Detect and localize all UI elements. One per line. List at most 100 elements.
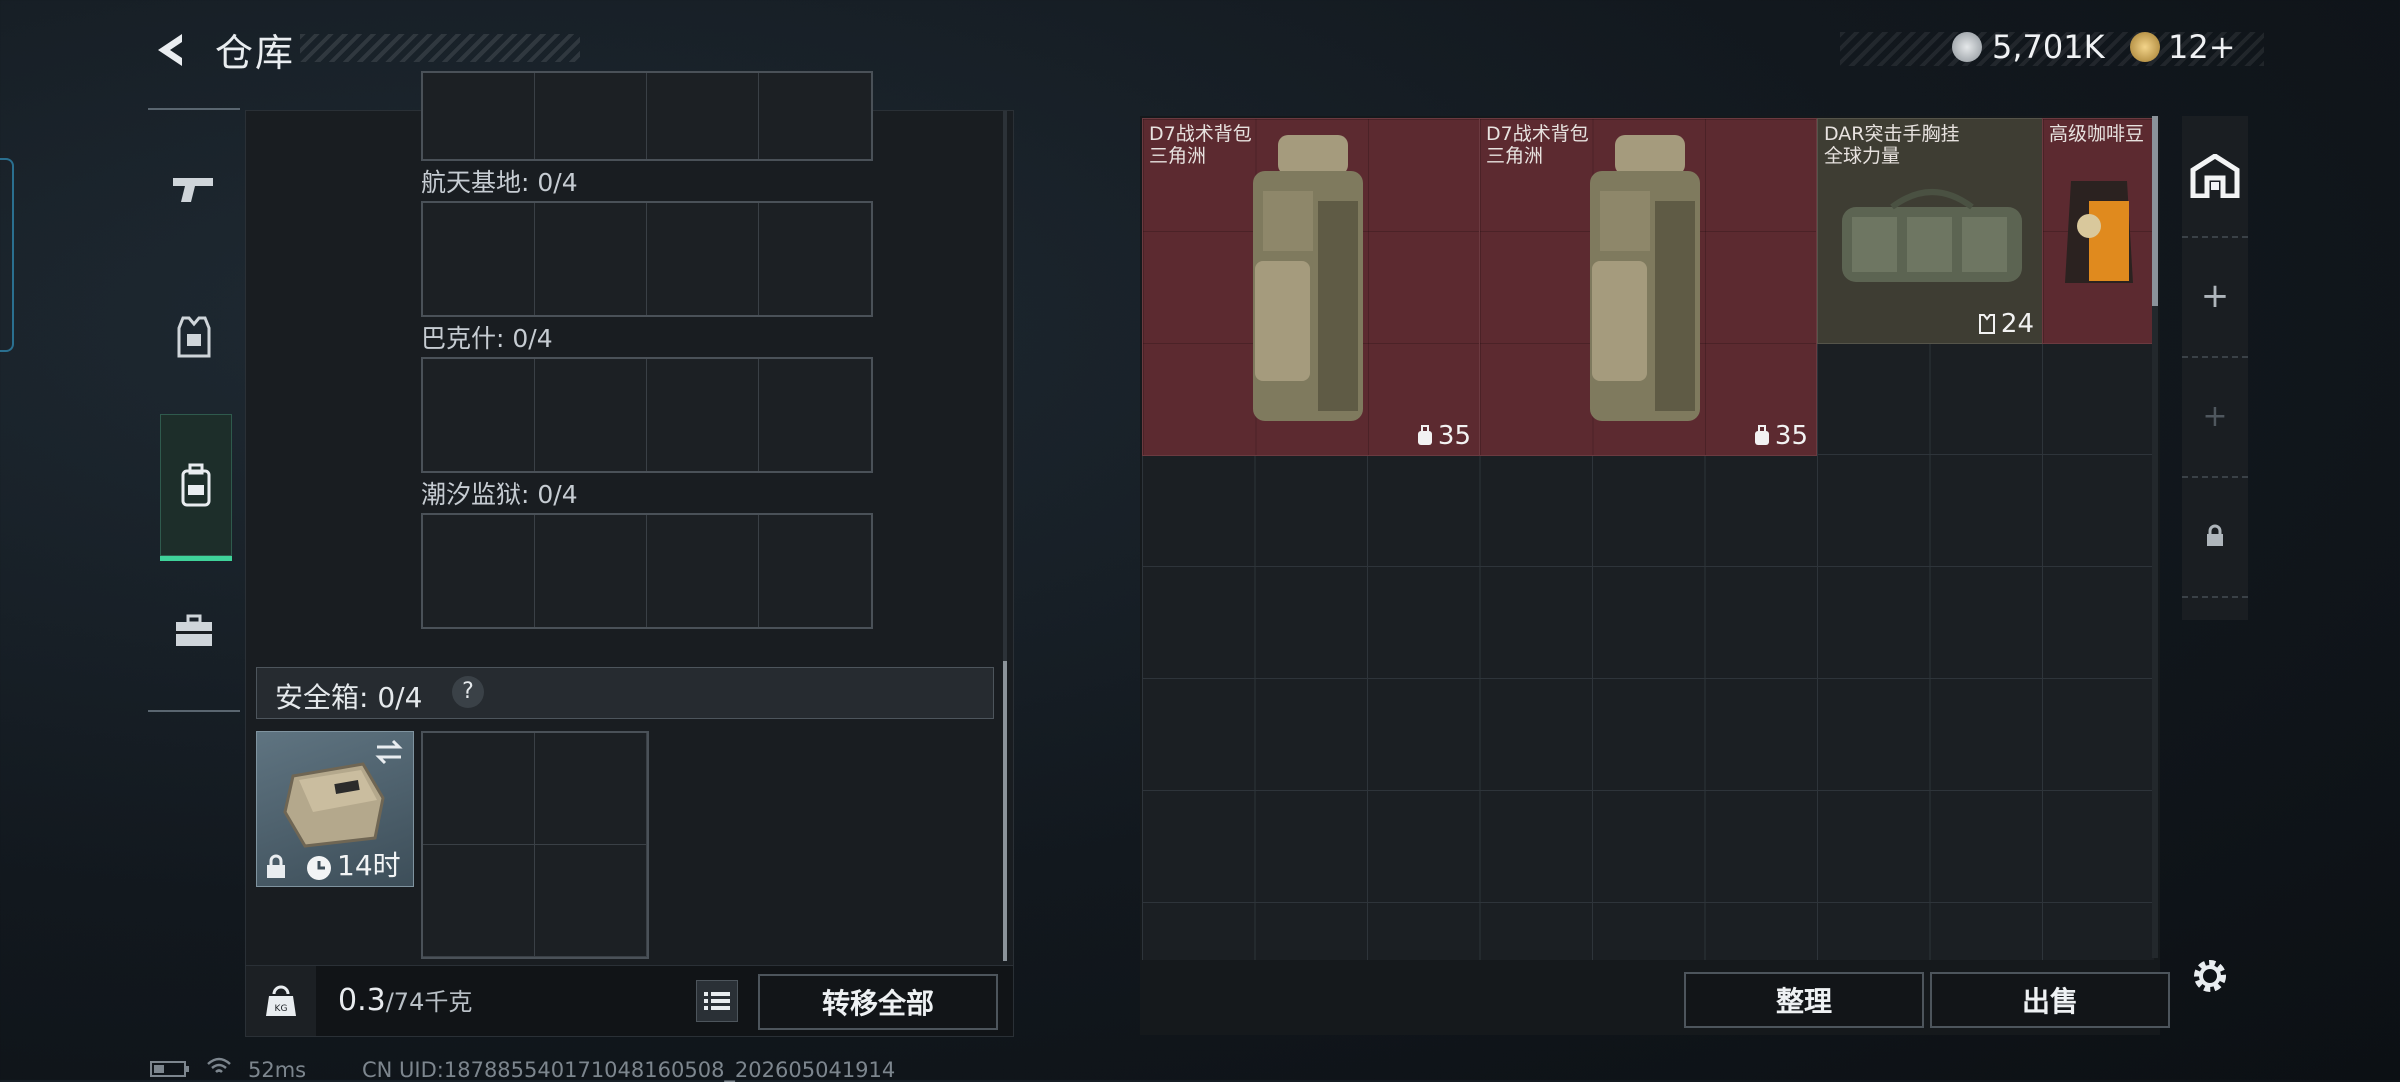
weight-readout: 0.3/74千克 <box>338 982 472 1018</box>
plus-icon: + <box>2200 276 2230 316</box>
tab-divider <box>148 108 240 110</box>
item-card[interactable]: D7战术背包 三角洲 35 <box>1142 118 1480 456</box>
currency-primary: 5,701K <box>1992 28 2105 66</box>
title-decor <box>300 34 580 62</box>
stash-panel: D7战术背包 三角洲 35 D7战术背包 三角洲 35 DAR突击手胸挂 全球力… <box>1140 116 2170 1035</box>
item-count: 35 <box>1753 421 1808 451</box>
scroll-thumb[interactable] <box>1003 661 1007 961</box>
list-view-button[interactable] <box>696 980 738 1022</box>
clock-icon <box>307 856 331 880</box>
weight-total: /74千克 <box>385 988 473 1016</box>
empty-slot[interactable] <box>535 733 647 845</box>
swap-icon[interactable] <box>373 738 405 766</box>
empty-slot[interactable] <box>647 515 759 627</box>
item-name: DAR突击手胸挂 全球力量 <box>1824 123 1960 167</box>
tab-backpack[interactable] <box>160 414 232 561</box>
help-button[interactable]: ? <box>452 676 484 708</box>
safebox-header: 安全箱: 0/4 ? <box>256 667 994 719</box>
stash-page-rail: + + <box>2182 116 2248 620</box>
slot-group-space-base <box>421 201 873 317</box>
empty-slot[interactable] <box>423 845 535 957</box>
currency-secondary[interactable]: 12+ <box>2168 28 2236 66</box>
empty-slot[interactable] <box>535 515 647 627</box>
page-title: 仓库 <box>215 31 296 75</box>
side-drawer-handle[interactable] <box>0 158 14 352</box>
backpack-icon <box>181 463 211 507</box>
battery-icon <box>150 1061 189 1077</box>
add-stash-page-button[interactable]: + <box>2182 236 2248 358</box>
item-card[interactable]: DAR突击手胸挂 全球力量 24 <box>1817 118 2043 344</box>
empty-slot[interactable] <box>423 203 535 315</box>
item-card[interactable]: D7战术背包 三角洲 35 <box>1479 118 1817 456</box>
stash-scrollbar[interactable] <box>2152 116 2158 958</box>
slot-group <box>421 71 873 161</box>
stash-grid: D7战术背包 三角洲 35 D7战术背包 三角洲 35 DAR突击手胸挂 全球力… <box>1142 118 2154 960</box>
left-footer: KG 0.3/74千克 转移全部 <box>246 965 1013 1036</box>
safebox-timer: 14时 <box>337 849 401 882</box>
back-arrow-icon[interactable] <box>148 28 192 72</box>
tab-weapons[interactable] <box>148 130 240 248</box>
empty-slot[interactable] <box>647 203 759 315</box>
scroll-thumb[interactable] <box>2152 116 2158 306</box>
empty-slot[interactable] <box>759 515 871 627</box>
wifi-icon <box>207 1057 231 1073</box>
empty-slot[interactable] <box>535 359 647 471</box>
empty-slot[interactable] <box>759 203 871 315</box>
gold-coin-icon <box>2130 32 2160 62</box>
sell-button[interactable]: 出售 <box>1930 972 2170 1028</box>
safebox-slots <box>421 731 649 959</box>
transfer-all-button[interactable]: 转移全部 <box>758 974 998 1030</box>
settings-gear-icon[interactable] <box>2190 956 2230 996</box>
item-name-line1: 高级咖啡豆 <box>2049 123 2145 145</box>
vest-icon <box>1978 314 1995 334</box>
slot-group-bakhsh <box>421 357 873 473</box>
empty-slot[interactable] <box>423 515 535 627</box>
silver-coin-icon <box>1952 32 1982 62</box>
loadout-panel: 航天基地: 0/4 巴克什: 0/4 潮汐监狱: 0/4 安全箱: 0/4 ? … <box>245 71 1014 1037</box>
item-count: 35 <box>1416 421 1471 451</box>
lock-icon <box>267 854 285 878</box>
tab-divider <box>148 710 240 712</box>
safebox-image <box>283 762 385 848</box>
plus-icon: + <box>2202 398 2228 434</box>
left-scrollbar[interactable] <box>1003 111 1007 961</box>
tab-toolbox[interactable] <box>148 572 240 690</box>
safebox-item[interactable]: 14时 <box>256 731 414 887</box>
backpack-image <box>1590 135 1700 421</box>
chest-rig-image <box>1842 189 2022 282</box>
item-name-line1: DAR突击手胸挂 <box>1824 123 1960 145</box>
stash-page-main[interactable] <box>2182 116 2248 238</box>
item-count: 24 <box>1977 309 2034 339</box>
weight-icon: KG <box>246 966 316 1036</box>
group-label-tidal-prison: 潮汐监狱: 0/4 <box>421 480 578 509</box>
empty-slot[interactable] <box>759 73 871 159</box>
lock-icon <box>2207 524 2223 546</box>
empty-slot[interactable] <box>647 73 759 159</box>
item-count-value: 24 <box>2000 309 2034 339</box>
item-card[interactable]: 高级咖啡豆 <box>2042 118 2154 344</box>
empty-slot[interactable] <box>423 73 535 159</box>
list-icon <box>704 992 730 1010</box>
pistol-icon <box>173 178 213 202</box>
coffee-bag-image <box>2065 181 2133 283</box>
item-name-line2: 全球力量 <box>1824 145 1901 167</box>
svg-text:KG: KG <box>275 1004 288 1014</box>
empty-slot[interactable] <box>647 359 759 471</box>
slot-group-tidal-prison <box>421 513 873 629</box>
ping-readout: 52ms <box>248 1058 307 1082</box>
empty-slot[interactable] <box>535 203 647 315</box>
user-uid: CN UID:187885540171048160508_20260504191… <box>362 1058 896 1082</box>
empty-slot[interactable] <box>759 359 871 471</box>
tab-equipment[interactable] <box>148 278 240 396</box>
empty-slot[interactable] <box>535 73 647 159</box>
sort-button[interactable]: 整理 <box>1684 972 1924 1028</box>
capacity-icon <box>1754 425 1769 445</box>
item-count-value: 35 <box>1437 421 1471 451</box>
briefcase-icon <box>176 614 212 646</box>
locked-stash-page[interactable] <box>2182 476 2248 598</box>
armor-vest-icon <box>177 316 211 358</box>
empty-slot[interactable] <box>423 733 535 845</box>
empty-slot[interactable] <box>535 845 647 957</box>
add-stash-page-button-disabled[interactable]: + <box>2182 356 2248 478</box>
empty-slot[interactable] <box>423 359 535 471</box>
